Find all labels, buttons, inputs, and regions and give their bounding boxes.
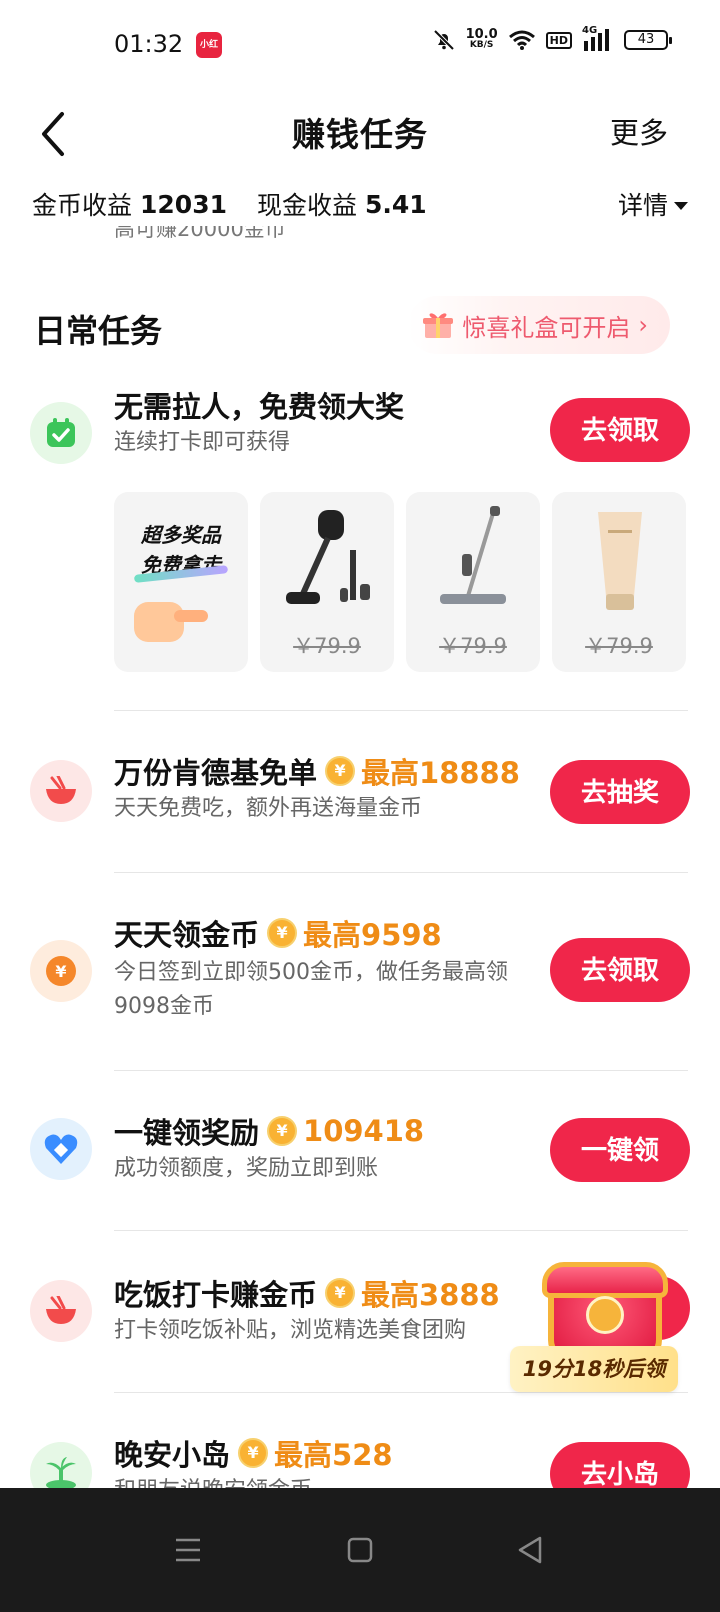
task-name-text: 万份肯德基免单 (114, 756, 318, 790)
earnings-summary: 金币收益 12031 现金收益 5.41 详情 (32, 182, 688, 226)
detail-dropdown[interactable]: 详情 (618, 186, 688, 222)
bell-muted-icon (433, 29, 454, 51)
heart-diamond-glyph (44, 1134, 78, 1164)
coin-icon: ¥ (238, 1438, 269, 1468)
signal-bars-icon (584, 29, 609, 51)
task-reward: 最高3888 (361, 1278, 500, 1312)
pointing-hand-icon (134, 602, 208, 642)
task-desc: 今日签到立即领500金币，做任务最高领9098金币 (114, 960, 508, 1019)
task-reward: 109418 (303, 1114, 425, 1148)
task-reward: 最高18888 (361, 756, 520, 790)
coin-yuan-icon: ¥ (30, 940, 92, 1002)
task-name: 天天领金币 ¥ 最高9598 (114, 912, 442, 954)
bowl-glyph (46, 776, 76, 804)
net-speed: 10.0 KB/S (465, 27, 498, 51)
task-desc: 成功领额度，奖励立即到账 (114, 1156, 379, 1181)
chevron-right-icon: › (638, 311, 648, 339)
more-button[interactable]: 更多 (610, 110, 668, 152)
prize-price: ￥79.9 (585, 634, 653, 658)
coin-icon: ¥ (325, 756, 356, 786)
battery-icon: 43 (624, 30, 672, 50)
task-name: 无需拉人，免费领大奖 (114, 384, 404, 426)
task-reward: 最高9598 (303, 918, 442, 952)
app-notification-icon: 小红书 (196, 32, 222, 76)
triangle-back-icon[interactable] (508, 1528, 552, 1572)
divider (114, 1230, 688, 1231)
one-click-claim-button[interactable]: 一键领 (550, 1118, 690, 1182)
chest-lock (586, 1296, 624, 1334)
status-time: 01:32 (114, 30, 184, 58)
svg-text:¥: ¥ (55, 962, 66, 981)
divider (114, 1392, 688, 1393)
surprise-gift-button[interactable]: 惊喜礼盒可开启 › (408, 296, 670, 354)
cash-earnings-label: 现金收益 (257, 191, 358, 220)
lotion-tube-icon (598, 512, 642, 610)
promo-line-1: 超多奖品 (141, 523, 221, 547)
bowl-glyph (46, 1296, 76, 1324)
bowl-icon (30, 760, 92, 822)
net-speed-unit: KB/S (469, 40, 494, 50)
task-name-text: 晚安小岛 (114, 1438, 231, 1472)
task-name: 吃饭打卡赚金币 ¥ 最高3888 (114, 1272, 500, 1314)
coin-earnings-label: 金币收益 (32, 191, 133, 220)
lottery-button[interactable]: 去抽奖 (550, 760, 690, 824)
wifi-icon (508, 30, 535, 50)
task-name-text: 一键领奖励 (114, 1116, 260, 1150)
task-desc: 连续打卡即可获得 (114, 430, 291, 455)
task-name-text: 天天领金币 (114, 918, 260, 952)
gift-box-icon (423, 313, 454, 338)
prize-price: ￥79.9 (439, 634, 507, 658)
vacuum-cleaner-icon (286, 510, 370, 604)
chest-lid (542, 1262, 668, 1298)
net-speed-value: 10.0 (465, 27, 498, 42)
calendar-check-icon (30, 402, 92, 464)
coin-icon: ¥ (267, 1116, 298, 1146)
coin-icon: ¥ (325, 1278, 356, 1308)
square-home-icon[interactable] (338, 1528, 382, 1572)
menu-icon[interactable] (166, 1528, 210, 1572)
task-name-text: 吃饭打卡赚金币 (114, 1278, 318, 1312)
heart-diamond-icon (30, 1118, 92, 1180)
scrolled-cutoff-text: 高可赚20000金币 (114, 226, 286, 241)
task-desc: 打卡领吃饭补贴，浏览精选美食团购 (114, 1318, 467, 1343)
task-name-text: 无需拉人，免费领大奖 (114, 390, 405, 424)
status-icons: 10.0 KB/S HD 4G 43 (432, 25, 672, 52)
prize-card[interactable]: ￥79.9 (406, 492, 540, 672)
claim-button[interactable]: 去领取 (550, 938, 690, 1002)
coin-icon: ¥ (267, 918, 298, 948)
section-title-daily: 日常任务 (34, 312, 163, 350)
chest-countdown[interactable]: 19分18秒后领 (510, 1346, 678, 1392)
task-name: 一键领奖励 ¥ 109418 (114, 1110, 424, 1152)
coin-yuan-glyph: ¥ (46, 956, 76, 986)
prize-promo-card[interactable]: 超多奖品 免费拿走 (114, 492, 248, 672)
task-name: 万份肯德基免单 ¥ 最高18888 (114, 750, 520, 792)
status-bar: 01:32 小红书 10.0 KB/S HD 4G 43 (0, 0, 720, 90)
signal-icon: 4G (582, 25, 614, 51)
detail-label: 详情 (617, 191, 668, 220)
divider (114, 1070, 688, 1071)
task-desc: 天天免费吃，额外再送海量金币 (114, 796, 423, 821)
divider (114, 872, 688, 873)
task-reward: 最高528 (274, 1438, 393, 1472)
bowl-icon (30, 1280, 92, 1342)
palm-island-glyph (46, 1457, 76, 1490)
hd-badge: HD (545, 31, 572, 49)
gift-label: 惊喜礼盒可开启 (462, 313, 631, 342)
divider (114, 710, 688, 711)
header: 赚钱任务 更多 (0, 90, 720, 180)
system-nav-bar (0, 1488, 720, 1612)
calendar-check-glyph (47, 418, 75, 447)
prize-price: ￥79.9 (293, 634, 361, 658)
mop-icon (440, 506, 506, 604)
page: 01:32 小红书 10.0 KB/S HD 4G 43 赚钱任务 更多 金币收… (0, 0, 720, 1612)
coin-earnings-value: 12031 (140, 189, 227, 219)
prize-card[interactable]: ￥79.9 (260, 492, 394, 672)
claim-button[interactable]: 去领取 (550, 398, 690, 462)
prize-cards: 超多奖品 免费拿走 ￥79.9 ￥79.9 ￥79.9 (114, 492, 686, 672)
caret-down-icon (674, 202, 688, 210)
prize-card[interactable]: ￥79.9 (552, 492, 686, 672)
task-name: 晚安小岛 ¥ 最高528 (114, 1432, 393, 1474)
cash-earnings-value: 5.41 (365, 189, 427, 219)
